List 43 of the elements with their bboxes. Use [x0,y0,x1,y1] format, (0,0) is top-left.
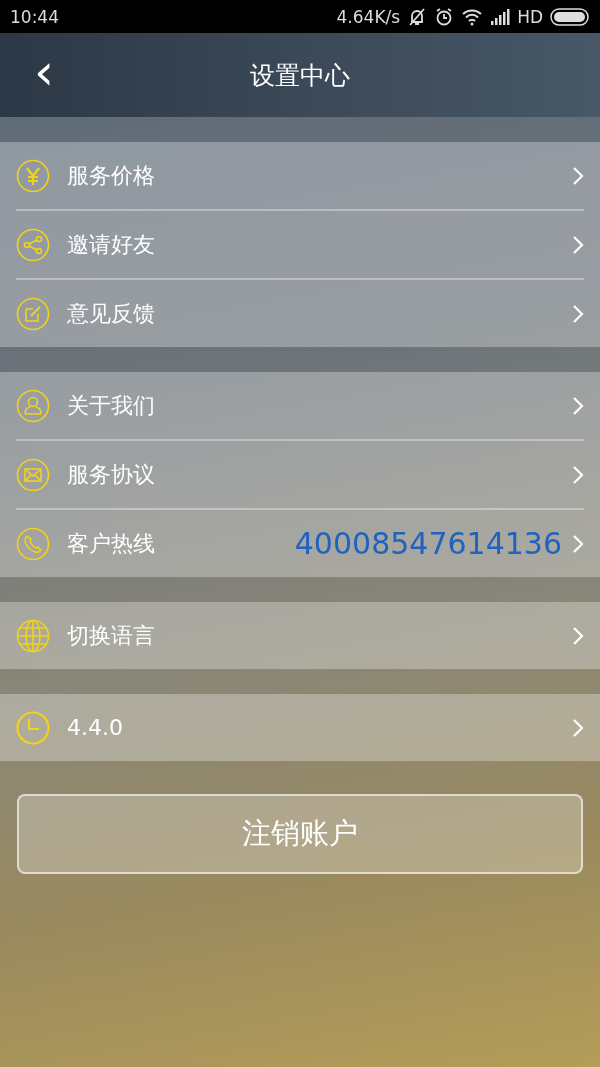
page-title: 设置中心 [250,59,350,92]
signal-icon [490,8,511,25]
muted-bell-icon [407,6,428,27]
status-time: 10:44 [10,6,59,27]
item-label: 客户热线 [67,529,156,558]
settings-item[interactable]: 意见反馈 [16,280,584,347]
item-label: 4.4.0 [67,715,124,740]
item-label: 关于我们 [67,391,156,420]
chevron-right-icon [572,625,584,646]
edit-icon [16,296,50,331]
logout-button[interactable]: 注销账户 [17,794,583,874]
item-label: 邀请好友 [67,230,156,259]
globe-icon [16,618,50,653]
chevron-right-icon [572,533,584,554]
back-button[interactable]: ‹ [28,47,60,97]
battery-icon [550,7,590,26]
settings-item[interactable]: 客户热线 40008547614136 [16,510,584,577]
settings-item[interactable]: 关于我们 [16,372,584,441]
item-label: 切换语言 [67,621,156,650]
settings-item[interactable]: 切换语言 [16,602,584,669]
item-label: 意见反馈 [67,299,156,328]
chevron-right-icon [572,234,584,255]
phone-icon [16,526,50,561]
network-type: HD [517,6,543,27]
clock-icon [16,710,50,745]
chevron-right-icon [572,464,584,485]
chevron-right-icon [572,717,584,738]
network-speed: 4.64K/s [336,6,401,27]
chevron-right-icon [572,395,584,416]
hotline-number[interactable]: 40008547614136 [294,526,562,561]
share-icon [16,227,50,262]
settings-item[interactable]: 服务价格 [16,142,584,211]
person-icon [16,388,50,423]
item-label: 服务协议 [67,460,156,489]
mail-icon [16,457,50,492]
settings-item[interactable]: 邀请好友 [16,211,584,280]
yen-icon [16,158,50,193]
settings-item[interactable]: 服务协议 [16,441,584,510]
settings-item[interactable]: 4.4.0 [16,694,584,761]
chevron-right-icon [572,303,584,324]
chevron-right-icon [572,165,584,186]
wifi-icon [461,7,484,26]
item-label: 服务价格 [67,161,156,190]
